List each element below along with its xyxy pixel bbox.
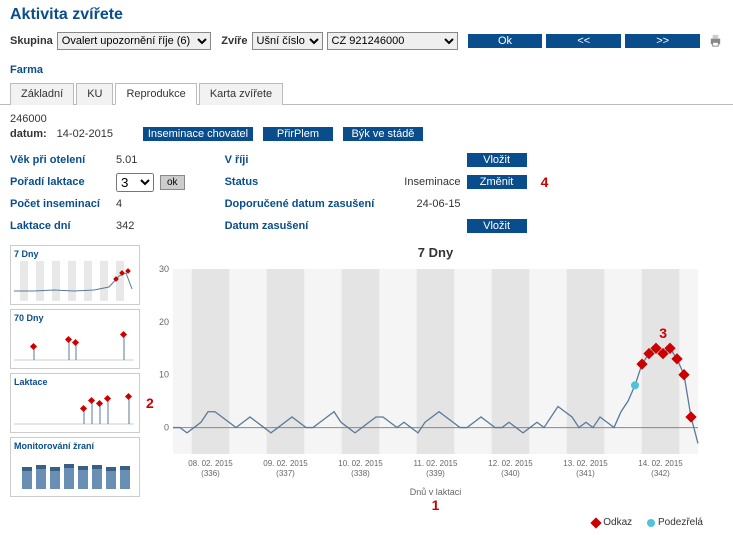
pocet-label: Počet inseminací [10,198,110,210]
svg-text:(339): (339) [426,469,445,478]
animal-id: 246000 [10,113,723,125]
thumb-monitoring[interactable]: Monitorování žraní [10,437,140,497]
vek-label: Věk při otelení [10,154,110,166]
group-select[interactable]: Ovalert upozornění říje (6) [57,32,211,50]
group-label: Skupina [10,35,53,47]
thumb-70dny-chart [14,325,134,365]
svg-text:13. 02. 2015: 13. 02. 2015 [563,459,608,468]
tab-ku[interactable]: KU [76,83,113,105]
prirplem-button[interactable]: PřirPlem [263,127,333,141]
laktace-value: 342 [116,220,166,232]
svg-text:10: 10 [159,370,169,380]
svg-text:(340): (340) [501,469,520,478]
svg-text:0: 0 [164,423,169,433]
farma-link[interactable]: Farma [0,56,733,82]
svg-text:30: 30 [159,264,169,274]
status-button[interactable]: Změnit [467,175,527,189]
thumb-laktace[interactable]: Laktace [10,373,140,433]
vriji-button[interactable]: Vložit [467,153,527,167]
poradi-label: Pořadí laktace [10,176,110,188]
tab-reprodukce[interactable]: Reprodukce [115,83,196,105]
thumb-70dny[interactable]: 70 Dny [10,309,140,369]
status-value: Inseminace [391,176,461,188]
svg-text:09. 02. 2015: 09. 02. 2015 [263,459,308,468]
zasuseni-label: Datum zasušení [225,220,385,232]
byk-button[interactable]: Býk ve stádě [343,127,423,141]
annotation-3: 3 [659,325,667,341]
svg-text:(337): (337) [276,469,295,478]
annotation-2: 2 [146,395,154,411]
thumb-7dny[interactable]: 7 Dny [10,245,140,305]
zasuseni-button[interactable]: Vložit [467,219,527,233]
animal-label: Zvíře [221,35,247,47]
poradi-ok-button[interactable]: ok [160,175,185,190]
vriji-label: V říji [225,154,385,166]
svg-text:08. 02. 2015: 08. 02. 2015 [188,459,233,468]
tab-zakladni[interactable]: Základní [10,83,74,105]
svg-text:14. 02. 2015: 14. 02. 2015 [638,459,683,468]
svg-text:(336): (336) [201,469,220,478]
page-title: Aktivita zvířete [10,6,723,24]
toolbar: Skupina Ovalert upozornění říje (6) Zvíř… [10,30,723,52]
annotation-4: 4 [541,174,549,190]
main-chart: 0 10 20 30 08. 02. 2015(336) 09. 02. 2015(337… [148,264,708,484]
next-button[interactable]: >> [625,34,700,48]
doporucene-value: 24-06-15 [391,198,461,210]
legend: Odkaz Podezřelá [148,513,723,530]
ok-button[interactable]: Ok [468,34,543,48]
svg-text:11. 02. 2015: 11. 02. 2015 [414,459,458,468]
thumb-laktace-chart [14,389,134,429]
svg-text:10. 02. 2015: 10. 02. 2015 [338,459,383,468]
poradi-select[interactable]: 3 [116,173,154,192]
laktace-label: Laktace dní [10,220,110,232]
svg-text:20: 20 [159,317,169,327]
vek-value: 5.01 [116,154,166,166]
svg-text:12. 02. 2015: 12. 02. 2015 [488,459,533,468]
inseminace-button[interactable]: Inseminace chovatel [143,127,253,141]
pocet-value: 4 [116,198,166,210]
id-type-select[interactable]: Ušní číslo [252,32,323,50]
id-value-select[interactable]: CZ 921246000 [327,32,458,50]
date-value: 14-02-2015 [57,128,113,140]
thumb-monitoring-chart [14,453,134,493]
prev-button[interactable]: << [546,34,621,48]
thumb-7dny-chart [14,261,134,301]
doporucene-label: Doporučené datum zasušení [225,198,385,210]
tab-karta[interactable]: Karta zvířete [199,83,283,105]
status-label: Status [225,176,385,188]
svg-text:(338): (338) [351,469,370,478]
tabs: Základní KU Reprodukce Karta zvířete [0,82,733,105]
print-icon[interactable] [708,33,723,49]
x-axis-label: Dnů v laktaci [148,487,723,497]
chart-title: 7 Dny [148,245,723,260]
annotation-1: 1 [432,497,440,513]
svg-text:(342): (342) [651,469,670,478]
svg-text:(341): (341) [576,469,595,478]
date-label: datum: [10,128,47,140]
